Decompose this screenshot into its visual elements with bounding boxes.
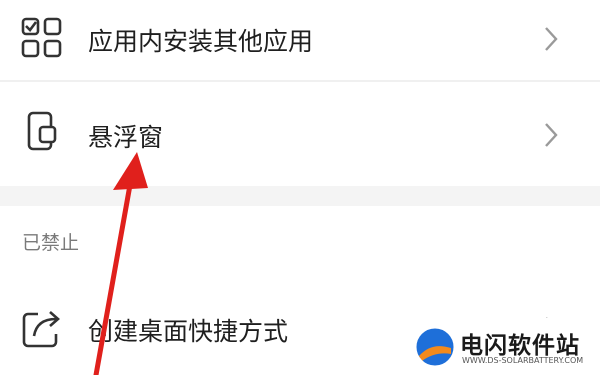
menu-item-install-other-apps[interactable]: 应用内安装其他应用 (0, 0, 600, 80)
menu-item-label: 应用内安装其他应用 (88, 27, 314, 56)
section-header-disabled: 已禁止 (22, 232, 80, 254)
menu-item-label: 创建桌面快捷方式 (88, 317, 289, 346)
watermark-subtitle: WWW.DS-SOLARBATTERY.COM (462, 356, 584, 365)
chevron-right-icon (540, 24, 562, 54)
section-gap (0, 186, 600, 206)
watermark: 电闪软件站 WWW.DS-SOLARBATTERY.COM (400, 318, 600, 375)
watermark-logo-icon (414, 326, 456, 368)
watermark-title: 电闪软件站 (460, 333, 580, 359)
apps-grid-icon (20, 16, 64, 60)
share-shortcut-icon (20, 306, 64, 350)
floating-window-phone-icon (20, 110, 64, 154)
menu-item-floating-window[interactable]: 悬浮窗 (0, 82, 600, 186)
menu-item-label: 悬浮窗 (88, 123, 164, 152)
chevron-right-icon (540, 120, 562, 150)
